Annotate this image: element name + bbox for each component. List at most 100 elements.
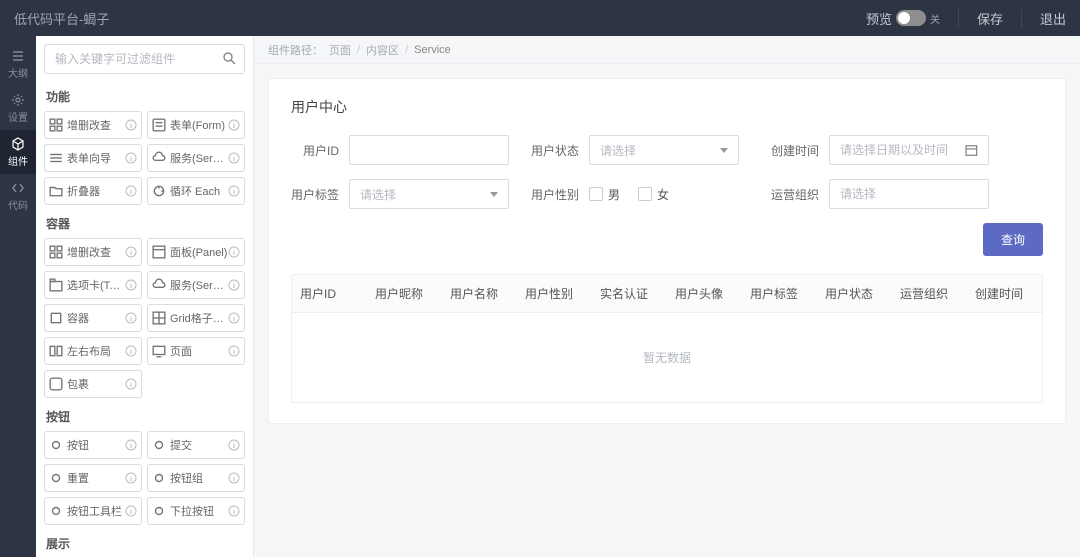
component-block[interactable]: 增删改查 xyxy=(44,111,142,139)
table-column-header: 用户标签 xyxy=(742,275,817,312)
separator xyxy=(1021,9,1022,27)
group-title: 容器 xyxy=(46,215,245,232)
form-row: 用户标签 请选择 用户性别 男 女 运营组织 xyxy=(291,179,1043,209)
info-icon[interactable] xyxy=(228,312,240,324)
info-icon[interactable] xyxy=(228,119,240,131)
canvas[interactable]: 用户中心 用户ID 用户状态 请选择 创建时间 xyxy=(254,64,1080,557)
label-user-status: 用户状态 xyxy=(531,142,579,159)
block-label: 面板(Panel) xyxy=(170,244,228,260)
dot-icon xyxy=(152,471,166,485)
select-user-tag[interactable]: 请选择 xyxy=(349,179,509,209)
rail-settings[interactable]: 设置 xyxy=(0,86,36,130)
component-block[interactable]: 表单向导 xyxy=(44,144,142,172)
breadcrumb-current[interactable]: Service xyxy=(414,44,451,56)
component-block[interactable]: 下拉按钮 xyxy=(147,497,245,525)
panel-icon xyxy=(152,245,166,259)
tabs-icon xyxy=(49,278,63,292)
input-create-time[interactable] xyxy=(829,135,989,165)
info-icon[interactable] xyxy=(125,312,137,324)
result-table: 用户ID用户昵称用户名称用户性别实名认证用户头像用户标签用户状态运营组织创建时间… xyxy=(291,274,1043,403)
component-block[interactable]: 提交 xyxy=(147,431,245,459)
component-panel: 功能增删改查表单(Form)表单向导服务(Service)折叠器循环 Each容… xyxy=(36,36,254,557)
select-user-status[interactable]: 请选择 xyxy=(589,135,739,165)
info-icon[interactable] xyxy=(228,345,240,357)
info-icon[interactable] xyxy=(125,279,137,291)
block-grid: 按钮提交重置 按钮组按钮工具栏 下拉按钮 xyxy=(44,431,245,525)
component-block[interactable]: 折叠器 xyxy=(44,177,142,205)
group-title: 功能 xyxy=(46,88,245,105)
info-icon[interactable] xyxy=(125,152,137,164)
group-title: 按钮 xyxy=(46,408,245,425)
block-label: 服务(Service) xyxy=(170,277,228,293)
info-icon[interactable] xyxy=(228,152,240,164)
info-icon[interactable] xyxy=(228,472,240,484)
info-icon[interactable] xyxy=(228,246,240,258)
component-block[interactable]: 左右布局 xyxy=(44,337,142,365)
info-icon[interactable] xyxy=(125,505,137,517)
table-column-header: 创建时间 xyxy=(967,275,1042,312)
info-icon[interactable] xyxy=(228,439,240,451)
block-label: 表单(Form) xyxy=(170,117,228,133)
block-label: 包裹 xyxy=(67,376,125,392)
rail-outline[interactable]: 大纲 xyxy=(0,42,36,86)
grid-icon xyxy=(49,245,63,259)
component-block[interactable]: 按钮组 xyxy=(147,464,245,492)
component-block[interactable]: 服务(Service) xyxy=(147,144,245,172)
search-input[interactable] xyxy=(44,44,245,74)
component-block[interactable]: 重置 xyxy=(44,464,142,492)
search-icon xyxy=(223,52,237,66)
table-column-header: 用户名称 xyxy=(442,275,517,312)
info-icon[interactable] xyxy=(228,505,240,517)
breadcrumb-item[interactable]: 页面 xyxy=(329,42,351,58)
component-block[interactable]: 按钮工具栏 xyxy=(44,497,142,525)
block-label: 页面 xyxy=(170,343,228,359)
info-icon[interactable] xyxy=(125,439,137,451)
group-title: 展示 xyxy=(46,535,245,552)
component-block[interactable]: 页面 xyxy=(147,337,245,365)
rail-components[interactable]: 组件 xyxy=(0,130,36,174)
breadcrumb-item[interactable]: 内容区 xyxy=(366,42,399,58)
save-button[interactable]: 保存 xyxy=(977,9,1003,28)
code-icon xyxy=(11,181,25,195)
side-rail: 大纲 设置 组件 代码 xyxy=(0,36,36,557)
info-icon[interactable] xyxy=(125,246,137,258)
block-grid: 增删改查 面板(Panel) 选项卡(Tabs) 服务(Service) 容器Grid格… xyxy=(44,238,245,398)
checkbox-female[interactable] xyxy=(638,187,652,201)
component-block[interactable]: 循环 Each xyxy=(147,177,245,205)
toggle-off-label: 关 xyxy=(930,11,940,26)
component-block[interactable]: Grid格子布局 xyxy=(147,304,245,332)
component-block[interactable]: 表单(Form) xyxy=(147,111,245,139)
button-row: 查询 xyxy=(291,223,1043,256)
rail-code[interactable]: 代码 xyxy=(0,174,36,218)
block-label: 按钮组 xyxy=(170,470,228,486)
calendar-icon xyxy=(965,143,978,157)
info-icon[interactable] xyxy=(125,378,137,390)
component-block[interactable]: 包裹 xyxy=(44,370,142,398)
component-block[interactable]: 面板(Panel) xyxy=(147,238,245,266)
preview-toggle[interactable]: 预览 关 xyxy=(866,9,940,28)
info-icon[interactable] xyxy=(125,185,137,197)
info-icon[interactable] xyxy=(125,472,137,484)
info-icon[interactable] xyxy=(228,185,240,197)
form-icon xyxy=(152,118,166,132)
component-block[interactable]: 按钮 xyxy=(44,431,142,459)
cloud-icon xyxy=(152,151,166,165)
block-label: 循环 Each xyxy=(170,183,228,199)
component-block[interactable]: 服务(Service) xyxy=(147,271,245,299)
block-label: 按钮工具栏 xyxy=(67,503,125,519)
toggle-switch[interactable] xyxy=(896,10,926,26)
component-block[interactable]: 选项卡(Tabs) xyxy=(44,271,142,299)
dot-icon xyxy=(49,438,63,452)
info-icon[interactable] xyxy=(228,279,240,291)
info-icon[interactable] xyxy=(125,119,137,131)
input-user-id[interactable] xyxy=(349,135,509,165)
exit-button[interactable]: 退出 xyxy=(1040,9,1066,28)
monitor-icon xyxy=(152,344,166,358)
component-block[interactable]: 增删改查 xyxy=(44,238,142,266)
checkbox-male[interactable] xyxy=(589,187,603,201)
info-icon[interactable] xyxy=(125,345,137,357)
input-org[interactable] xyxy=(829,179,989,209)
search-button[interactable]: 查询 xyxy=(983,223,1043,256)
component-block[interactable]: 容器 xyxy=(44,304,142,332)
block-label: 服务(Service) xyxy=(170,150,228,166)
